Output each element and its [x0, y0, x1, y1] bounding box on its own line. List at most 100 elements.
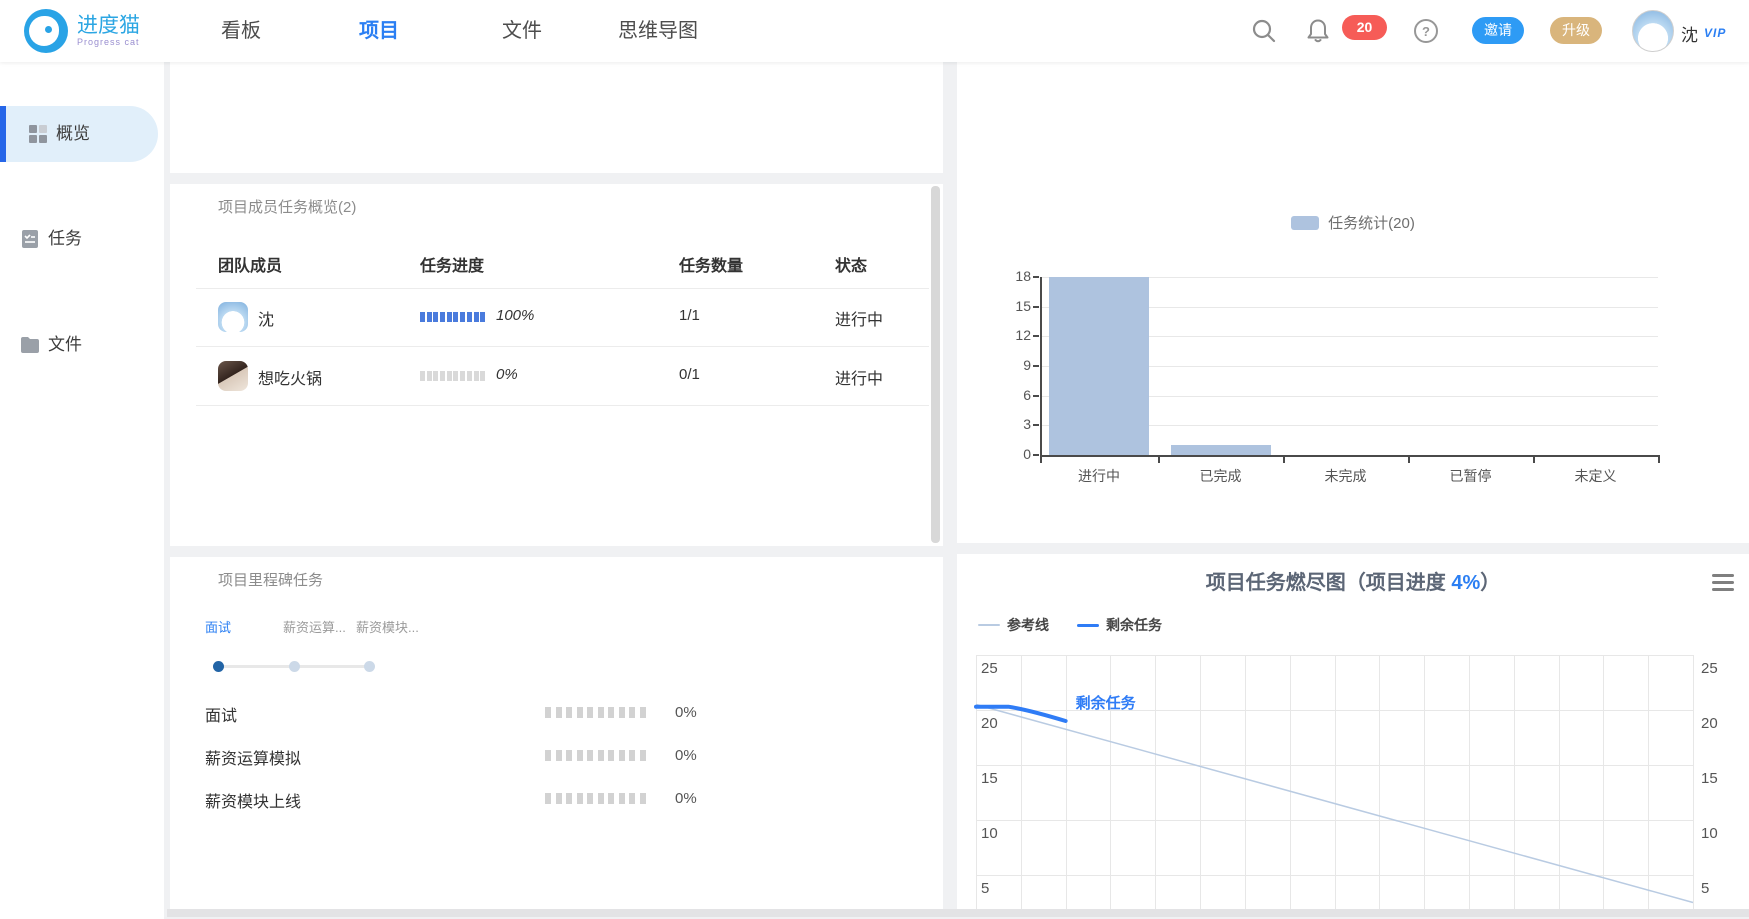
milestone-task-name: 薪资运算模拟: [205, 745, 301, 769]
burndown-chart-card: 项目任务燃尽图（项目进度 4%） 参考线 剩余任务 25252020151510…: [957, 554, 1749, 909]
reference-line: [976, 705, 1693, 903]
y-axis-tick: [1033, 306, 1039, 308]
search-icon[interactable]: [1250, 17, 1278, 45]
x-category-label: 未完成: [1296, 466, 1396, 486]
y-axis-tick: [1033, 424, 1039, 426]
left-top-card: [170, 62, 943, 173]
tasks-icon: [20, 229, 40, 249]
y-axis-label: 0: [991, 446, 1031, 462]
bar-chart-legend[interactable]: 任务统计(20): [957, 212, 1749, 233]
sidebar-item-1[interactable]: 任务: [0, 211, 164, 267]
x-axis-tick: [1408, 457, 1410, 463]
milestone-progress-bar: [545, 707, 646, 718]
progress-percent: 0%: [496, 366, 518, 383]
x-category-label: 未定义: [1546, 466, 1646, 486]
bar-已完成[interactable]: [1171, 445, 1271, 455]
x-category-label: 已完成: [1171, 466, 1271, 486]
x-axis-tick: [1283, 457, 1285, 463]
milestone-panel-title: 项目里程碑任务: [218, 569, 323, 590]
column-header-2: 任务数量: [679, 252, 743, 276]
milestone-panel: 项目里程碑任务 面试薪资运算...薪资模块... 面试0%薪资运算模拟0%薪资模…: [170, 557, 943, 909]
milestone-progress-percent: 0%: [675, 747, 697, 764]
milestone-progress-bar: [545, 750, 646, 761]
milestone-step-label-2[interactable]: 薪资模块...: [356, 617, 419, 636]
y-axis-tick: [1033, 365, 1039, 367]
milestone-step-dot-1[interactable]: [289, 661, 300, 672]
member-task-panel: 项目成员任务概览(2) 团队成员任务进度任务数量状态 沈100%1/1进行中想吃…: [170, 184, 943, 546]
x-axis-tick: [1658, 457, 1660, 463]
app-logo[interactable]: 进度猫 Progress cat: [24, 9, 140, 53]
user-name: 沈: [1681, 21, 1698, 46]
y-axis-label: 15: [991, 298, 1031, 314]
task-count: 1/1: [679, 307, 700, 324]
member-panel-title: 项目成员任务概览(2): [218, 196, 356, 217]
legend-swatch: [1291, 216, 1319, 230]
milestone-step-label-0[interactable]: 面试: [205, 617, 231, 636]
y-axis-label: 9: [991, 357, 1031, 373]
x-category-label: 已暂停: [1421, 466, 1521, 486]
nav-item-1[interactable]: 项目: [359, 0, 399, 62]
status-text: 进行中: [835, 365, 883, 389]
milestone-task-row[interactable]: 面试 0%: [205, 702, 903, 726]
nav-item-2[interactable]: 文件: [502, 0, 542, 62]
vertical-scrollbar-thumb[interactable]: [931, 186, 940, 543]
girl-avatar: [218, 361, 248, 391]
grid-icon: [28, 124, 48, 144]
bottom-scroll-strip[interactable]: [167, 909, 1749, 917]
member-name: 沈: [258, 306, 274, 330]
y-axis-tick: [1033, 395, 1039, 397]
member-name: 想吃火锅: [258, 365, 322, 389]
milestone-progress-percent: 0%: [675, 704, 697, 721]
task-progress-bar: [420, 371, 485, 381]
sidebar-item-label: 概览: [56, 106, 90, 162]
x-category-label: 进行中: [1049, 466, 1149, 486]
member-row[interactable]: 想吃火锅 0% 0/1 进行中: [170, 347, 943, 406]
milestone-task-name: 薪资模块上线: [205, 788, 301, 812]
bell-icon[interactable]: [1304, 17, 1332, 45]
sidebar-item-label: 任务: [48, 211, 82, 267]
task-stats-chart-card: 任务统计(20) 0369121518进行中已完成未完成已暂停未定义: [957, 62, 1749, 543]
task-count: 0/1: [679, 366, 700, 383]
column-header-0: 团队成员: [218, 252, 282, 276]
milestone-step-label-1[interactable]: 薪资运算...: [283, 617, 346, 636]
column-header-1: 任务进度: [420, 252, 484, 276]
nav-item-3[interactable]: 思维导图: [618, 0, 698, 62]
milestone-task-row[interactable]: 薪资模块上线 0%: [205, 788, 903, 812]
y-axis-tick: [1033, 454, 1039, 456]
status-text: 进行中: [835, 306, 883, 330]
x-axis-tick: [1158, 457, 1160, 463]
member-row[interactable]: 沈100%1/1进行中: [170, 288, 943, 347]
x-axis-tick: [1533, 457, 1535, 463]
help-icon[interactable]: ?: [1412, 17, 1440, 45]
milestone-progress-percent: 0%: [675, 790, 697, 807]
sidebar: 概览任务文件: [0, 62, 164, 919]
user-avatar[interactable]: [1632, 10, 1674, 52]
nav-item-0[interactable]: 看板: [221, 0, 261, 62]
folder-icon: [20, 335, 40, 355]
milestone-task-row[interactable]: 薪资运算模拟 0%: [205, 745, 903, 769]
sidebar-item-2[interactable]: 文件: [0, 317, 164, 373]
column-header-3: 状态: [835, 252, 867, 276]
sidebar-item-label: 文件: [48, 317, 82, 373]
sidebar-item-0[interactable]: 概览: [0, 106, 164, 162]
milestone-task-name: 面试: [205, 702, 237, 726]
y-axis-tick: [1033, 335, 1039, 337]
upgrade-button[interactable]: 升级: [1550, 17, 1602, 44]
svg-text:?: ?: [1422, 24, 1430, 39]
app-title: 进度猫: [77, 15, 140, 37]
remaining-tasks-annotation: 剩余任务: [1076, 692, 1136, 713]
invite-button[interactable]: 邀请: [1472, 17, 1524, 44]
task-progress-bar: [420, 312, 485, 322]
y-axis-label: 12: [991, 327, 1031, 343]
milestone-progress-bar: [545, 793, 646, 804]
y-axis-line: [1040, 277, 1042, 455]
notification-badge[interactable]: 20: [1342, 15, 1387, 40]
topbar: 进度猫 Progress cat 看板 项目 文件 思维导图 20 ? 邀请 升级 沈…: [0, 0, 1749, 62]
burndown-lines: [957, 554, 1749, 909]
legend-label: 任务统计(20): [1328, 212, 1415, 233]
cat-logo-icon: [24, 9, 68, 53]
white-cat-avatar: [218, 302, 248, 332]
bar-进行中[interactable]: [1049, 277, 1149, 455]
milestone-step-dot-0[interactable]: [213, 661, 224, 672]
milestone-step-dot-2[interactable]: [364, 661, 375, 672]
